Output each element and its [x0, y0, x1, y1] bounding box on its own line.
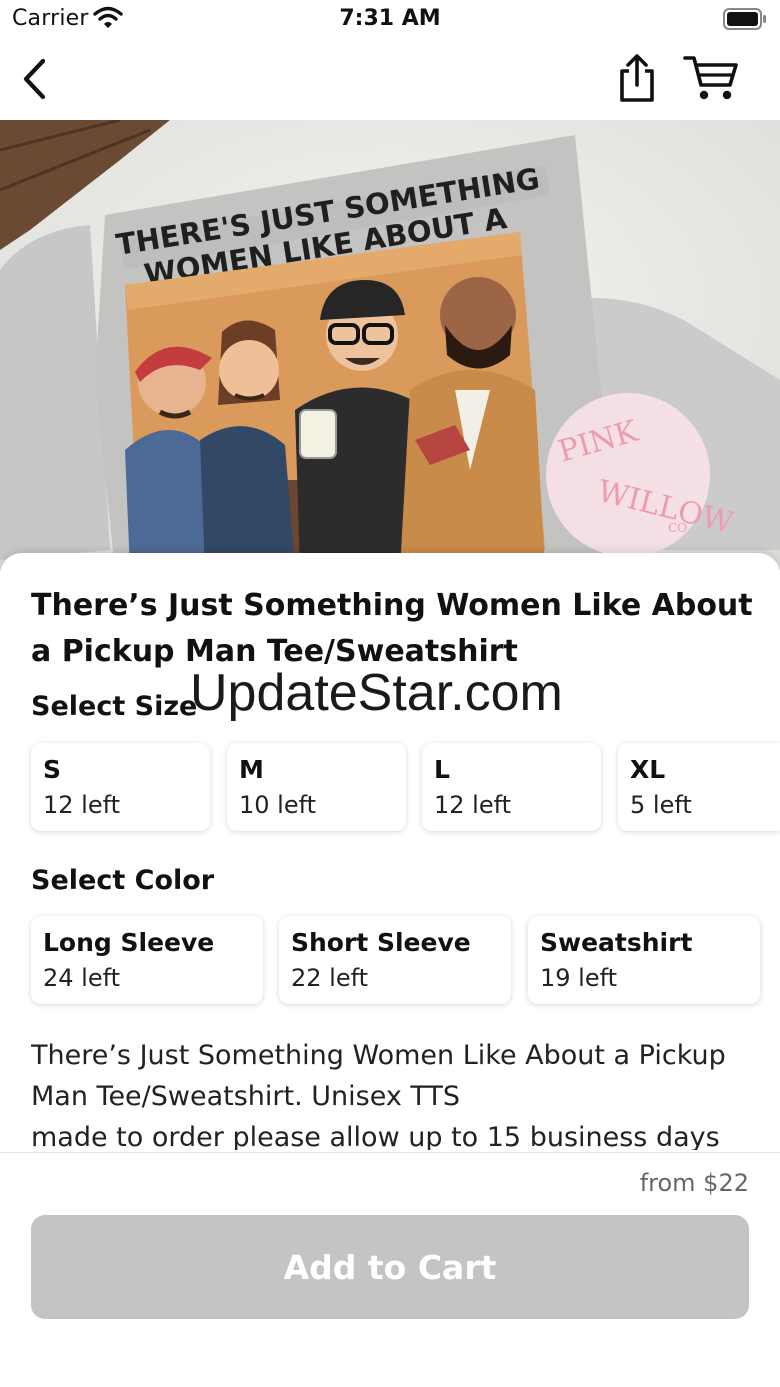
- description-line: made to order please allow up to 15 busi…: [31, 1122, 720, 1150]
- size-name: L: [434, 755, 450, 784]
- color-stock: 19 left: [540, 964, 618, 992]
- color-option-sweatshirt[interactable]: Sweatshirt 19 left: [528, 916, 760, 1004]
- color-name: Sweatshirt: [540, 928, 693, 957]
- share-button[interactable]: [612, 52, 662, 104]
- chevron-left-icon: [23, 58, 46, 100]
- size-name: XL: [630, 755, 666, 784]
- color-name: Long Sleeve: [43, 928, 215, 957]
- product-photo: THERE'S JUST SOMETHING WOMEN LIKE ABOUT …: [0, 120, 780, 570]
- status-time: 7:31 AM: [339, 6, 441, 31]
- product-detail-screen: Carrier 7:31 AM THERE'S JUST SOMETHING W…: [0, 0, 780, 1387]
- logo-text-co: CO: [668, 521, 687, 535]
- size-stock: 12 left: [43, 791, 121, 819]
- size-option-l[interactable]: L 12 left: [422, 743, 601, 831]
- select-size-label: Select Size: [31, 691, 198, 722]
- checkout-bar: from $22 Add to Cart: [0, 1152, 780, 1387]
- back-button[interactable]: [18, 58, 54, 100]
- price-label: from $22: [639, 1169, 749, 1197]
- description-line: Man Tee/Sweatshirt. Unisex TTS: [31, 1081, 461, 1112]
- size-option-xl[interactable]: XL 5 left: [618, 743, 780, 831]
- cart-icon: [683, 56, 738, 100]
- color-options: Long Sleeve 24 left Short Sleeve 22 left…: [0, 916, 780, 1008]
- size-options: S 12 left M 10 left L 12 left XL 5 left: [0, 743, 780, 835]
- cart-button[interactable]: [683, 54, 739, 102]
- color-stock: 24 left: [43, 964, 121, 992]
- size-stock: 10 left: [239, 791, 317, 819]
- share-icon: [620, 54, 654, 102]
- color-option-short-sleeve[interactable]: Short Sleeve 22 left: [279, 916, 511, 1004]
- navigation-bar: [0, 40, 780, 120]
- size-stock: 5 left: [630, 791, 692, 819]
- size-option-m[interactable]: M 10 left: [227, 743, 406, 831]
- product-description: There’s Just Something Women Like About …: [31, 1035, 756, 1150]
- size-name: S: [43, 755, 62, 784]
- size-option-s[interactable]: S 12 left: [31, 743, 210, 831]
- product-title: There’s Just Something Women Like About …: [31, 588, 753, 669]
- size-stock: 12 left: [434, 791, 512, 819]
- status-bar: Carrier 7:31 AM: [0, 0, 780, 40]
- size-name: M: [239, 755, 264, 784]
- watermark-text: UpdateStar.com: [190, 664, 563, 722]
- battery-icon: [723, 8, 766, 30]
- product-image[interactable]: THERE'S JUST SOMETHING WOMEN LIKE ABOUT …: [0, 120, 780, 570]
- color-stock: 22 left: [291, 964, 369, 992]
- description-line: There’s Just Something Women Like About …: [31, 1040, 726, 1071]
- select-color-label: Select Color: [31, 865, 215, 896]
- add-to-cart-button[interactable]: Add to Cart: [31, 1215, 749, 1319]
- color-name: Short Sleeve: [291, 928, 471, 957]
- color-option-long-sleeve[interactable]: Long Sleeve 24 left: [31, 916, 263, 1004]
